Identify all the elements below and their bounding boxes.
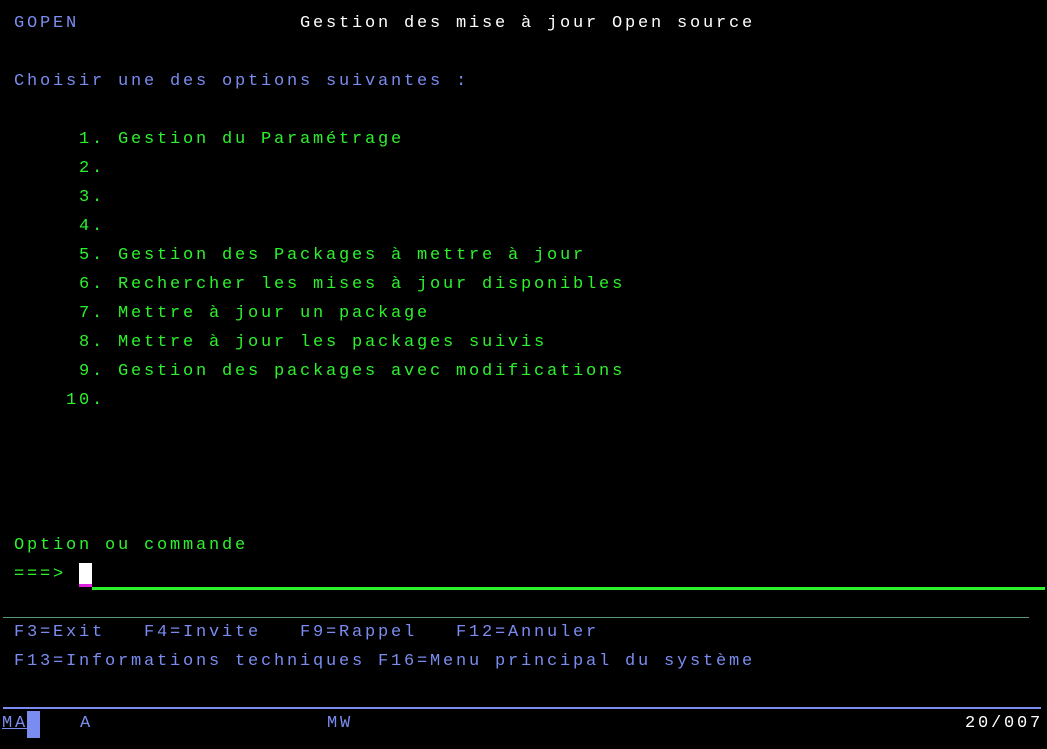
- session-indicator: MA: [2, 714, 29, 733]
- option-number: 5.: [79, 246, 106, 265]
- screen-title: Gestion des mise à jour Open source: [300, 14, 756, 33]
- option-label: Gestion du Paramétrage: [118, 130, 405, 149]
- divider: [3, 617, 1029, 618]
- f4-prompt-key[interactable]: F4=Invite: [144, 623, 261, 643]
- command-label: Option ou commande: [14, 536, 249, 555]
- option-number: 2.: [79, 159, 106, 178]
- option-number: 10.: [66, 391, 106, 410]
- option-label: Gestion des packages avec modifications: [118, 362, 626, 381]
- option-label: Mettre à jour les packages suivis: [118, 333, 548, 352]
- status-cursor-block: [27, 711, 40, 738]
- option-number: 7.: [79, 304, 106, 323]
- option-number: 1.: [79, 130, 106, 149]
- command-arrow: ===>: [14, 565, 67, 584]
- f3-exit-key[interactable]: F3=Exit: [14, 623, 105, 643]
- cursor-position: 20/007: [964, 714, 1043, 733]
- option-number: 6.: [79, 275, 106, 294]
- option-label: Gestion des Packages à mettre à jour: [118, 246, 587, 265]
- mode-indicator: A: [80, 714, 94, 733]
- option-number: 3.: [79, 188, 106, 207]
- f9-retrieve-key[interactable]: F9=Rappel: [300, 623, 417, 643]
- option-label: Mettre à jour un package: [118, 304, 431, 323]
- program-name: GOPEN: [14, 14, 80, 33]
- text-cursor: [79, 563, 92, 587]
- status-divider: [3, 707, 1041, 709]
- f12-cancel-key[interactable]: F12=Annuler: [456, 623, 599, 643]
- options-prompt: Choisir une des options suivantes :: [14, 72, 470, 91]
- f13-info-key[interactable]: F13=Informations techniques: [14, 652, 365, 672]
- f16-main-menu-key[interactable]: F16=Menu principal du système: [378, 652, 755, 672]
- option-label: Rechercher les mises à jour disponibles: [118, 275, 626, 294]
- command-input[interactable]: [92, 587, 1045, 590]
- option-number: 9.: [79, 362, 106, 381]
- option-number: 4.: [79, 217, 106, 236]
- option-number: 8.: [79, 333, 106, 352]
- system-indicator: MW: [327, 714, 354, 733]
